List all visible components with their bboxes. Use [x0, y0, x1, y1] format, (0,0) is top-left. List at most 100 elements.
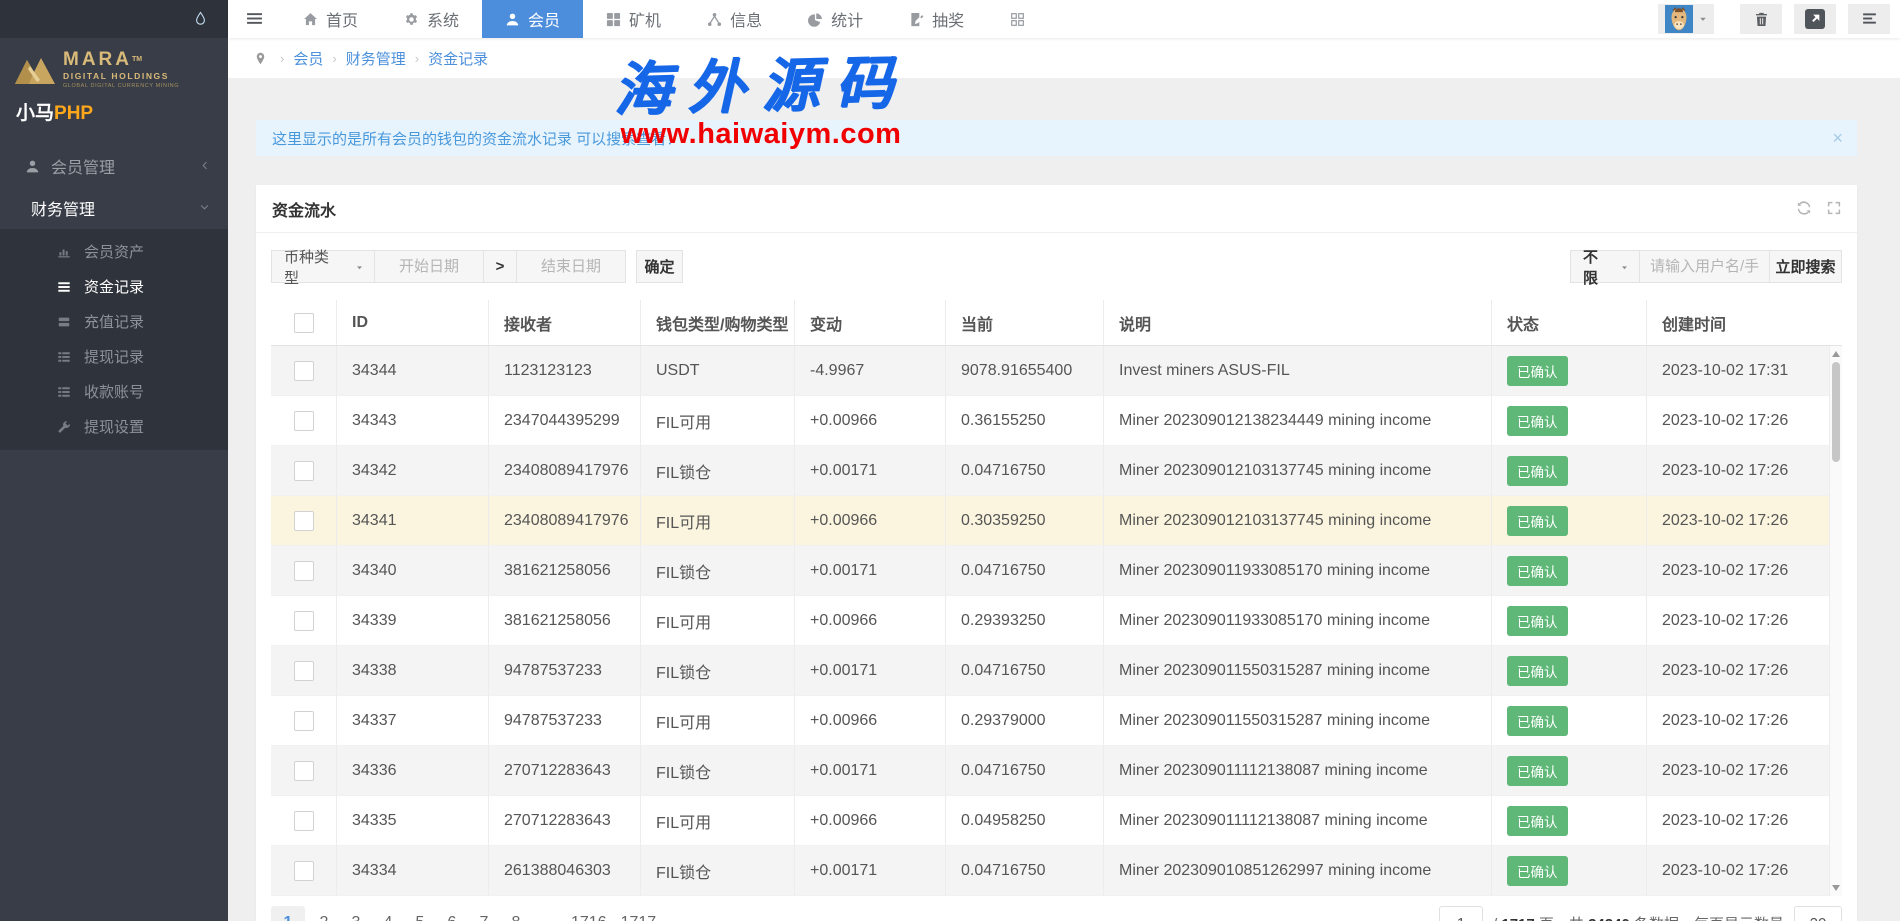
table-cell: 2023-10-02 17:26 — [1647, 396, 1842, 445]
table-row: 343432347044395299FIL可用+0.009660.3615525… — [271, 396, 1842, 446]
nav-item-lottery[interactable]: 抽奖 — [886, 0, 987, 38]
sidebar-menu: 会员管理 财务管理 会员资产资金记录充值记录提现记录收款账号提现设置 — [0, 145, 228, 450]
droplet-icon — [193, 9, 208, 28]
subitem-label: 充值记录 — [84, 311, 144, 332]
table-cell: Miner 202309011550315287 mining income — [1104, 696, 1492, 745]
table-cell: 0.04716750 — [946, 446, 1104, 495]
row-checkbox[interactable] — [294, 461, 314, 481]
brand-name: MARATM — [63, 50, 179, 69]
menu-toggle-button[interactable] — [228, 10, 280, 28]
page-button-5[interactable]: 5 — [407, 906, 433, 921]
nav-item-system[interactable]: 系统 — [381, 0, 482, 38]
trash-icon — [1754, 12, 1769, 27]
page-button-8[interactable]: 8 — [503, 906, 529, 921]
page-button-6[interactable]: 6 — [439, 906, 465, 921]
trash-button[interactable] — [1740, 4, 1782, 34]
sidebar-subitem-payment-accounts[interactable]: 收款账号 — [0, 374, 228, 409]
recharge-icon — [57, 315, 71, 329]
sidebar-item-member-management[interactable]: 会员管理 — [0, 145, 228, 187]
row-checkbox[interactable] — [294, 361, 314, 381]
row-checkbox[interactable] — [294, 761, 314, 781]
subitem-label: 收款账号 — [84, 381, 144, 402]
status-badge: 已确认 — [1507, 406, 1568, 436]
page-button-7[interactable]: 7 — [471, 906, 497, 921]
table-cell: 已确认 — [1492, 346, 1647, 395]
table-cell: 2023-10-02 17:26 — [1647, 696, 1842, 745]
nav-item-info[interactable]: 信息 — [684, 0, 785, 38]
brand-logo[interactable]: MARATM DIGITAL HOLDINGS GLOBAL DIGITAL C… — [14, 50, 228, 89]
scrollbar-thumb[interactable] — [1832, 362, 1840, 462]
scope-select[interactable]: 不限 — [1570, 250, 1640, 283]
start-date-input[interactable] — [374, 250, 484, 283]
user-icon — [505, 12, 520, 27]
table-cell: USDT — [641, 346, 795, 395]
page-button-4[interactable]: 4 — [375, 906, 401, 921]
external-link-button[interactable] — [1794, 4, 1836, 34]
page-button-1[interactable]: 1 — [271, 906, 305, 921]
sidebar-subitem-fund-records[interactable]: 资金记录 — [0, 269, 228, 304]
page-button-1717[interactable]: 1717 — [617, 906, 661, 921]
table-cell: FIL可用 — [641, 396, 795, 445]
nav-item-apps[interactable] — [987, 0, 1056, 38]
row-checkbox[interactable] — [294, 711, 314, 731]
table-body: 343441123123123USDT-4.99679078.91655400I… — [271, 346, 1842, 896]
alert-text: 这里显示的是所有会员的钱包的资金流水记录 可以搜索查看！ — [272, 128, 681, 149]
scroll-down-arrow[interactable] — [1832, 885, 1840, 891]
table-cell: 已确认 — [1492, 796, 1647, 845]
search-input[interactable] — [1639, 250, 1770, 283]
currency-type-select[interactable]: 币种类型 — [271, 250, 375, 283]
table-cell: 0.36155250 — [946, 396, 1104, 445]
breadcrumb-finance[interactable]: 财务管理 — [346, 48, 406, 69]
nav-item-miner[interactable]: 矿机 — [583, 0, 684, 38]
row-checkbox[interactable] — [294, 661, 314, 681]
table-cell: 已确认 — [1492, 546, 1647, 595]
list-icon — [1861, 10, 1878, 27]
table-row: 3434223408089417976FIL锁仓+0.001710.047167… — [271, 446, 1842, 496]
status-badge: 已确认 — [1507, 856, 1568, 886]
nav-item-member[interactable]: 会员 — [482, 0, 583, 38]
sidebar-subitem-member-assets[interactable]: 会员资产 — [0, 234, 228, 269]
sidebar-subitem-withdraw-records[interactable]: 提现记录 — [0, 339, 228, 374]
column-header: 当前 — [946, 300, 1104, 345]
alert-close-button[interactable]: × — [1832, 128, 1843, 149]
nav-item-home[interactable]: 首页 — [280, 0, 381, 38]
date-range-arrow-button[interactable]: > — [483, 250, 517, 283]
page-button-1716[interactable]: 1716 — [567, 906, 611, 921]
breadcrumb-fund-records[interactable]: 资金记录 — [428, 48, 488, 69]
expand-icon[interactable] — [1827, 200, 1841, 218]
row-checkbox[interactable] — [294, 561, 314, 581]
breadcrumb-member[interactable]: 会员 — [293, 48, 323, 69]
search-button[interactable]: 立即搜索 — [1769, 250, 1842, 283]
row-checkbox[interactable] — [294, 411, 314, 431]
row-checkbox[interactable] — [294, 611, 314, 631]
page-button-3[interactable]: 3 — [343, 906, 369, 921]
table-cell: 已确认 — [1492, 596, 1647, 645]
sidebar-subitem-recharge-records[interactable]: 充值记录 — [0, 304, 228, 339]
row-checkbox[interactable] — [294, 811, 314, 831]
sidebar-item-finance-management[interactable]: 财务管理 — [0, 187, 228, 229]
scroll-up-arrow[interactable] — [1832, 351, 1840, 357]
table-row: 3433794787537233FIL可用+0.009660.29379000M… — [271, 696, 1842, 746]
subitem-label: 提现记录 — [84, 346, 144, 367]
page-jump-input[interactable] — [1439, 906, 1483, 921]
table-scrollbar[interactable] — [1829, 346, 1842, 896]
brand-tagline: GLOBAL DIGITAL CURRENCY MINING — [63, 83, 179, 89]
table-cell: 0.04958250 — [946, 796, 1104, 845]
row-checkbox[interactable] — [294, 511, 314, 531]
list-button[interactable] — [1848, 4, 1890, 34]
table-row: 34340381621258056FIL锁仓+0.001710.04716750… — [271, 546, 1842, 596]
user-icon — [25, 159, 40, 174]
nav-item-stats[interactable]: 统计 — [785, 0, 886, 38]
page-button-2[interactable]: 2 — [311, 906, 337, 921]
avatar — [1665, 5, 1693, 33]
page-size-select[interactable]: 20 — [1794, 906, 1842, 921]
confirm-button[interactable]: 确定 — [636, 250, 683, 283]
select-all-checkbox[interactable] — [294, 313, 314, 333]
end-date-input[interactable] — [516, 250, 626, 283]
refresh-icon[interactable] — [1797, 200, 1811, 218]
user-menu[interactable] — [1658, 4, 1714, 34]
table-cell: +0.00966 — [795, 796, 946, 845]
sidebar-subitem-withdraw-settings[interactable]: 提现设置 — [0, 409, 228, 444]
row-checkbox[interactable] — [294, 861, 314, 881]
table-cell: 2023-10-02 17:26 — [1647, 596, 1842, 645]
